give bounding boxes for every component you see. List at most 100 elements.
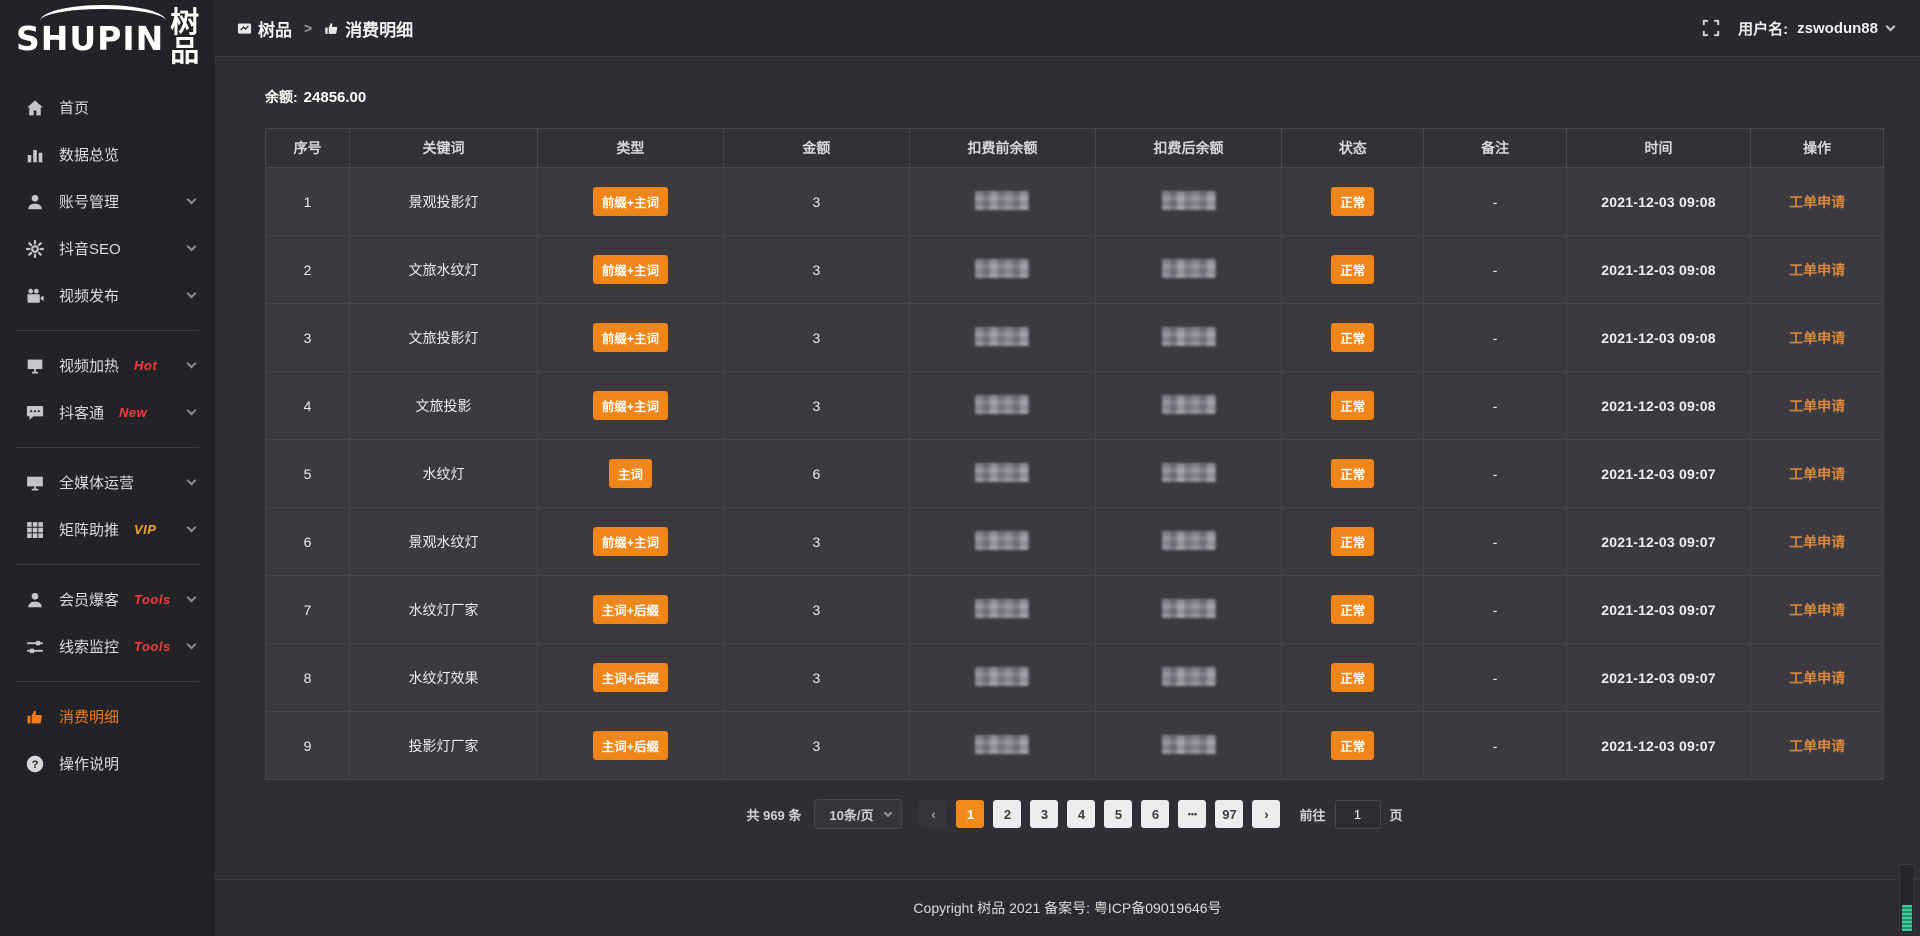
cell-action: 工单申请 [1751,304,1884,372]
table-row: 1景观投影灯前缀+主词3正常-2021-12-03 09:08工单申请 [266,168,1884,236]
sidebar-item-consumption-detail[interactable]: 消费明细 [0,693,215,740]
cell-balance-after [1096,576,1282,644]
type-tag: 主词+后缀 [593,663,668,692]
work-order-link[interactable]: 工单申请 [1789,670,1845,686]
work-order-link[interactable]: 工单申请 [1789,738,1845,754]
cell-action: 工单申请 [1751,576,1884,644]
status-tag: 正常 [1331,391,1374,420]
chevron-down-icon [187,593,197,603]
main-panel: 树品>消费明细 用户名: zswodun88 余额:24856.00 [215,0,1920,936]
cell-type: 主词+后缀 [537,712,723,780]
status-tag: 正常 [1331,595,1374,624]
column-header-balance-before: 扣费前余额 [909,129,1095,168]
sidebar-item-member-burst[interactable]: 会员爆客Tools [0,576,215,623]
censored-value [1162,599,1216,618]
work-order-link[interactable]: 工单申请 [1789,534,1845,550]
cell-remark: - [1424,508,1566,576]
consumption-icon [324,21,339,36]
sidebar-item-label: 抖客通 [59,402,104,423]
page-button-5[interactable]: 5 [1104,800,1132,828]
page-button-6[interactable]: 6 [1141,800,1169,828]
cell-type: 前缀+主词 [537,508,723,576]
cell-status: 正常 [1282,576,1424,644]
chevron-down-icon [187,289,197,299]
censored-value [975,531,1029,550]
column-header-amount: 金额 [723,129,909,168]
cell-remark: - [1424,440,1566,508]
status-tag: 正常 [1331,527,1374,556]
sidebar-divider [16,681,199,682]
cell-amount: 3 [723,576,909,644]
page-button-97[interactable]: 97 [1215,800,1243,828]
sidebar-item-home[interactable]: 首页 [0,84,215,131]
sidebar-item-douyin-seo[interactable]: 抖音SEO [0,225,215,272]
sidebar-item-matrix-boost[interactable]: 矩阵助推VIP [0,506,215,553]
balance-value: 24856.00 [304,89,367,106]
topbar-right: 用户名: zswodun88 [1702,18,1894,39]
table-header-row: 序号关键词类型金额扣费前余额扣费后余额状态备注时间操作 [266,129,1884,168]
censored-value [975,259,1029,278]
censored-value [975,667,1029,686]
sidebar-item-label: 数据总览 [59,144,119,165]
mini-scrollbar-widget[interactable] [1899,864,1915,934]
page-button-1[interactable]: 1 [956,800,984,828]
page-prev-button[interactable]: ‹ [919,800,947,828]
screen-icon [26,357,44,375]
cell-balance-before [909,644,1095,712]
type-tag: 主词+后缀 [593,731,668,760]
sidebar-item-badge: New [119,405,147,420]
sidebar-item-clue-monitor[interactable]: 线索监控Tools [0,623,215,670]
cell-index: 7 [266,576,350,644]
cell-status: 正常 [1282,440,1424,508]
sidebar-item-operation-guide[interactable]: ?操作说明 [0,740,215,787]
site-icon [237,21,252,36]
cell-keyword: 水纹灯效果 [350,644,538,712]
cell-index: 4 [266,372,350,440]
work-order-link[interactable]: 工单申请 [1789,330,1845,346]
breadcrumb-item[interactable]: 消费明细 [324,16,413,41]
column-header-index: 序号 [266,129,350,168]
cell-amount: 3 [723,508,909,576]
page-button-4[interactable]: 4 [1067,800,1095,828]
user-icon [26,193,44,211]
page-button-2[interactable]: 2 [993,800,1021,828]
sidebar-item-label: 视频加热 [59,355,119,376]
cell-keyword: 文旅投影灯 [350,304,538,372]
goto-page-input[interactable] [1335,800,1381,829]
type-tag: 前缀+主词 [593,391,668,420]
sidebar-item-douketong[interactable]: 抖客通 New [0,389,215,436]
work-order-link[interactable]: 工单申请 [1789,398,1845,414]
pagination: 共 969 条 10条/页 ‹123456•••97› 前往 页 [265,799,1884,829]
page-size-select[interactable]: 10条/页 [814,799,902,829]
sidebar-item-video-heat[interactable]: 视频加热Hot [0,342,215,389]
user-menu[interactable]: 用户名: zswodun88 [1738,18,1894,39]
censored-value [1162,395,1216,414]
cell-type: 主词+后缀 [537,576,723,644]
mini-scrollbar-thumb [1902,905,1912,931]
chevron-down-icon [187,195,197,205]
cell-time: 2021-12-03 09:07 [1566,576,1750,644]
sidebar-item-account-management[interactable]: 账号管理 [0,178,215,225]
page-next-button[interactable]: › [1252,800,1280,828]
cell-remark: - [1424,712,1566,780]
chevron-down-icon [187,640,197,650]
work-order-link[interactable]: 工单申请 [1789,194,1845,210]
work-order-link[interactable]: 工单申请 [1789,262,1845,278]
sidebar-item-data-overview[interactable]: 数据总览 [0,131,215,178]
work-order-link[interactable]: 工单申请 [1789,602,1845,618]
cell-action: 工单申请 [1751,644,1884,712]
cell-balance-after [1096,304,1282,372]
total-count: 共 969 条 [746,805,801,824]
sidebar-divider [16,564,199,565]
page-ellipsis-button[interactable]: ••• [1178,800,1206,828]
sidebar-item-label: 账号管理 [59,191,119,212]
sidebar-item-video-publish[interactable]: 视频发布 [0,272,215,319]
sidebar-item-all-media[interactable]: 全媒体运营 [0,459,215,506]
table-row: 4文旅投影前缀+主词3正常-2021-12-03 09:08工单申请 [266,372,1884,440]
chevron-down-icon [187,476,197,486]
fullscreen-icon[interactable] [1702,19,1720,37]
logo-text-en: SHUPIN [16,22,164,55]
page-button-3[interactable]: 3 [1030,800,1058,828]
breadcrumb-item[interactable]: 树品 [237,16,292,41]
work-order-link[interactable]: 工单申请 [1789,466,1845,482]
